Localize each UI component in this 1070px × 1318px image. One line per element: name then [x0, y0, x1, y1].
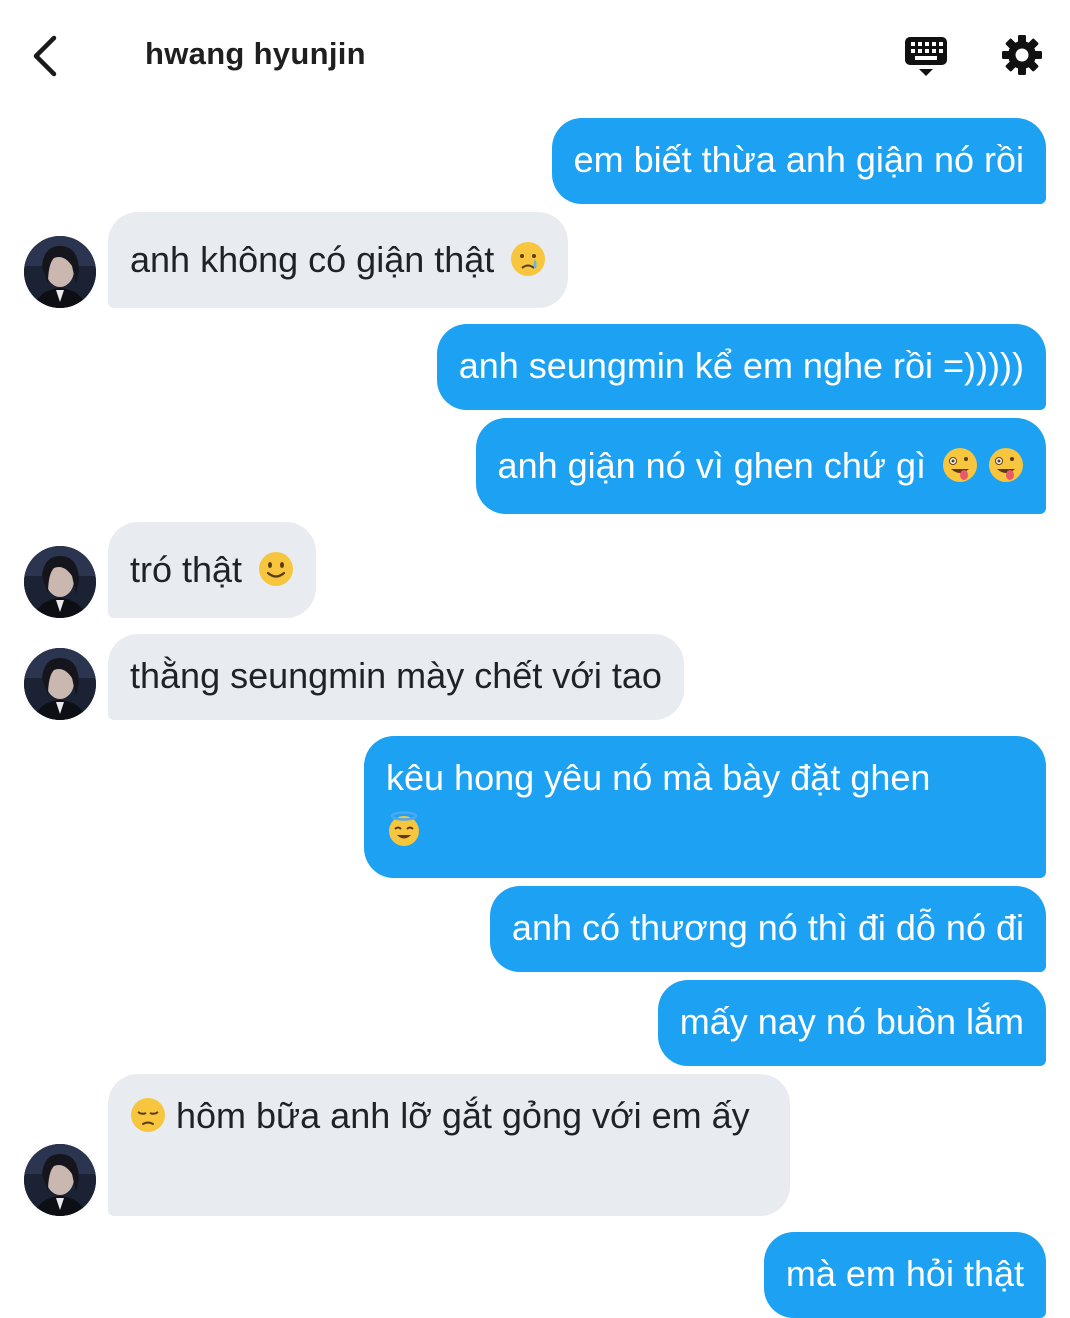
message-outgoing[interactable]: em biết thừa anh giận nó rồi [551, 118, 1046, 204]
avatar-image [24, 1144, 96, 1216]
smiling-face-with-halo-icon [389, 811, 419, 846]
avatar[interactable] [24, 648, 96, 720]
message-incoming[interactable]: anh không có giận thật [108, 212, 569, 308]
message-text: em biết thừa anh giận nó rồi [573, 139, 1024, 180]
slightly-smiling-face-icon [259, 552, 294, 586]
message-text: hôm bữa anh lỡ gắt gỏng với em ấy [176, 1095, 750, 1136]
pensive-face-icon [131, 1098, 165, 1132]
message-text: anh có thương nó thì đi dỗ nó đi [511, 907, 1024, 948]
message-outgoing[interactable]: mấy nay nó buồn lắm [657, 980, 1046, 1066]
message-text: kêu hong yêu nó mà bày đặt ghen [386, 757, 931, 798]
avatar[interactable] [24, 1144, 96, 1216]
message-outgoing[interactable]: anh có thương nó thì đi dỗ nó đi [489, 886, 1046, 972]
message-text: anh giận nó vì ghen chứ gì [497, 445, 926, 486]
avatar-image [24, 236, 96, 308]
avatar-image [24, 648, 96, 720]
message-outgoing[interactable]: mà em hỏi thật [763, 1232, 1046, 1318]
message-text: mà em hỏi thật [785, 1253, 1024, 1294]
zany-face-icon [989, 448, 1023, 482]
zany-face-icon [942, 448, 977, 482]
avatar[interactable] [24, 546, 96, 618]
message-incoming[interactable]: hôm bữa anh lỡ gắt gỏng với em ấy [108, 1074, 790, 1216]
message-text: mấy nay nó buồn lắm [679, 1001, 1024, 1042]
crying-face-icon [511, 242, 546, 276]
message-text: thằng seungmin mày chết với tao [130, 655, 662, 696]
avatar[interactable] [24, 236, 96, 308]
message-text: anh không có giận thật [130, 239, 495, 280]
message-incoming[interactable]: thằng seungmin mày chết với tao [108, 634, 684, 720]
message-incoming[interactable]: tró thật [108, 522, 317, 618]
message-text: tró thật [130, 549, 243, 590]
message-thread: em biết thừa anh giận nó rồi anh không c… [0, 0, 1070, 1318]
message-outgoing[interactable]: kêu hong yêu nó mà bày đặt ghen [364, 736, 1046, 878]
message-text: anh seungmin kể em nghe rồi =))))) [458, 345, 1024, 386]
message-outgoing[interactable]: anh giận nó vì ghen chứ gì [475, 418, 1046, 514]
message-outgoing[interactable]: anh seungmin kể em nghe rồi =))))) [436, 324, 1046, 410]
avatar-image [24, 546, 96, 618]
